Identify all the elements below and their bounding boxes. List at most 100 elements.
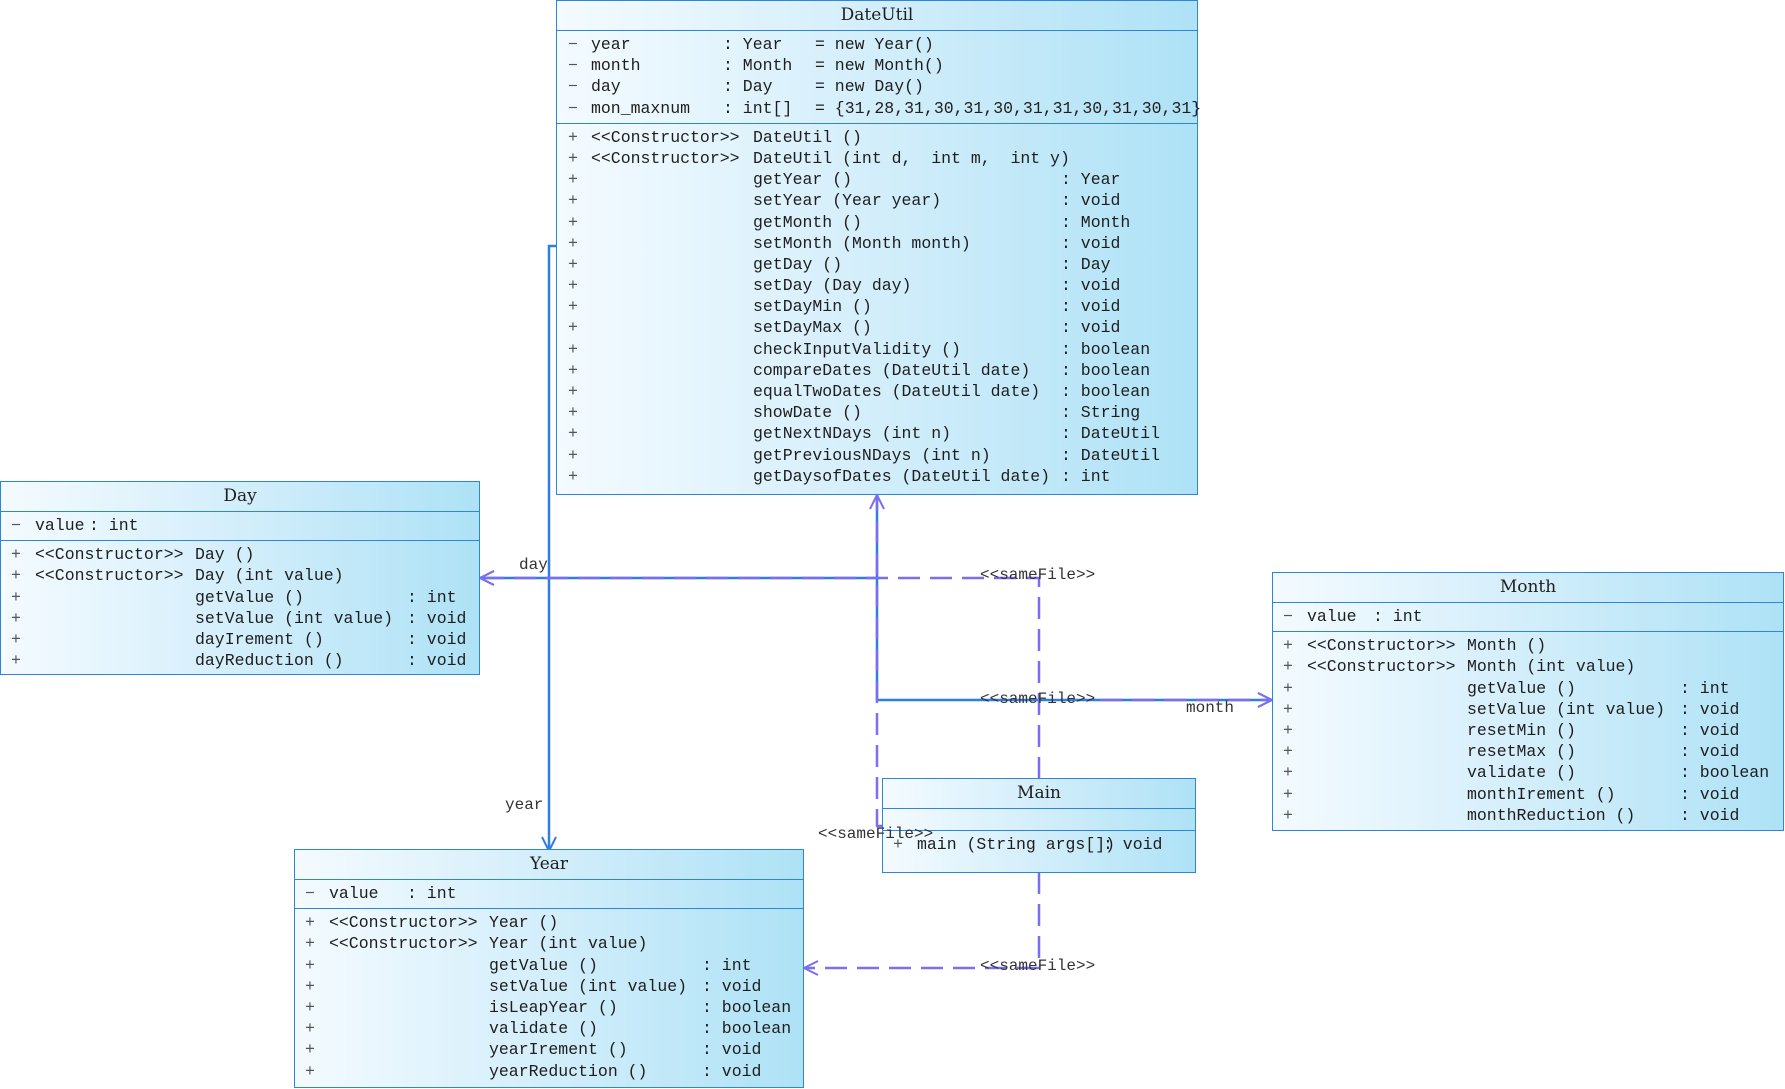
visibility-marker: + bbox=[1283, 784, 1293, 804]
operation-row[interactable]: + <<Constructor>> DateUtil (int d, int m, … bbox=[557, 148, 1197, 169]
operation-row[interactable]: + getValue (): int bbox=[295, 955, 803, 976]
operation-signature: monthReduction () bbox=[1467, 805, 1636, 825]
class-day[interactable]: Day − value: int + <<Constructor>> Day () + <<C… bbox=[0, 481, 480, 675]
visibility-marker: + bbox=[305, 1040, 315, 1060]
operation-signature: Day () bbox=[195, 545, 255, 565]
operations-compartment: + <<Constructor>> DateUtil () + <<Constructo… bbox=[557, 124, 1197, 491]
operation-row[interactable]: + compareDates (DateUtil date): boolean bbox=[557, 360, 1197, 381]
operation-row[interactable]: + dayReduction (): void bbox=[1, 650, 479, 671]
operation-row[interactable]: + setDayMin (): void bbox=[557, 296, 1197, 317]
operation-signature: getYear () bbox=[753, 170, 853, 190]
operation-signature: setDay (Day day) bbox=[753, 276, 912, 296]
attribute-row[interactable]: − value: int bbox=[295, 883, 803, 904]
visibility-marker: + bbox=[568, 424, 578, 444]
operation-return-type: : void bbox=[1061, 233, 1121, 253]
operation-row[interactable]: + equalTwoDates (DateUtil date): boolean bbox=[557, 381, 1197, 402]
attribute-row[interactable]: − value: int bbox=[1, 515, 479, 536]
visibility-marker: + bbox=[568, 318, 578, 338]
visibility-marker: + bbox=[568, 191, 578, 211]
operation-row[interactable]: + setDay (Day day): void bbox=[557, 275, 1197, 296]
operation-return-type: : void bbox=[1061, 318, 1121, 338]
operation-row[interactable]: + resetMin (): void bbox=[1273, 720, 1783, 741]
operation-signature: setValue (int value) bbox=[489, 976, 688, 996]
operation-row[interactable]: + getMonth (): Month bbox=[557, 212, 1197, 233]
operation-row[interactable]: + dayIrement (): void bbox=[1, 629, 479, 650]
operation-row[interactable]: + getNextNDays (int n): DateUtil bbox=[557, 423, 1197, 444]
operation-row[interactable]: + validate (): boolean bbox=[295, 1018, 803, 1039]
operation-row[interactable]: + setYear (Year year): void bbox=[557, 190, 1197, 211]
operation-signature: getMonth () bbox=[753, 212, 862, 232]
attribute-type: : int[] bbox=[723, 98, 793, 118]
association-dateutil-month[interactable] bbox=[875, 495, 1272, 700]
visibility-marker: + bbox=[568, 466, 578, 486]
operation-row[interactable]: + <<Constructor>> Month (int value) bbox=[1273, 656, 1783, 677]
attribute-row[interactable]: − value: int bbox=[1273, 606, 1783, 627]
attributes-compartment: − value: int bbox=[295, 880, 803, 910]
operation-row[interactable]: + getPreviousNDays (int n): DateUtil bbox=[557, 445, 1197, 466]
operation-return-type: : boolean bbox=[1680, 763, 1770, 783]
visibility-marker: + bbox=[305, 934, 315, 954]
operation-row[interactable]: + <<Constructor>> Month () bbox=[1273, 635, 1783, 656]
operation-signature: Month (int value) bbox=[1467, 657, 1636, 677]
operations-compartment: + <<Constructor>> Day () + <<Constructor>> Da… bbox=[1, 541, 479, 675]
attribute-row[interactable]: − day: Day = new Day() bbox=[557, 76, 1197, 97]
operation-row[interactable]: + validate (): boolean bbox=[1273, 762, 1783, 783]
operation-row[interactable]: + setValue (int value): void bbox=[1, 608, 479, 629]
operation-row[interactable]: + yearIrement (): void bbox=[295, 1039, 803, 1060]
operation-row[interactable]: + getYear (): Year bbox=[557, 169, 1197, 190]
operation-row[interactable]: + <<Constructor>> Year () bbox=[295, 912, 803, 933]
visibility-marker: + bbox=[568, 297, 578, 317]
attribute-row[interactable]: − mon_maxnum: int[] = {31,28,31,30,31,30,3… bbox=[557, 98, 1201, 119]
operation-row[interactable]: + yearReduction (): void bbox=[295, 1061, 803, 1082]
attribute-name: month bbox=[591, 56, 641, 76]
operation-row[interactable]: + setMonth (Month month): void bbox=[557, 233, 1197, 254]
constructor-stereotype: <<Constructor>> bbox=[1307, 636, 1456, 656]
class-name: Day bbox=[1, 482, 479, 512]
operation-row[interactable]: + monthReduction (): void bbox=[1273, 805, 1783, 826]
attribute-row[interactable]: − year: Year = new Year() bbox=[557, 34, 1197, 55]
constructor-stereotype: <<Constructor>> bbox=[1307, 657, 1456, 677]
visibility-marker: + bbox=[1283, 720, 1293, 740]
operation-row[interactable]: + checkInputValidity (): boolean bbox=[557, 339, 1197, 360]
operation-return-type: : void bbox=[1680, 805, 1740, 825]
operation-signature: isLeapYear () bbox=[489, 997, 618, 1017]
operation-signature: resetMin () bbox=[1467, 720, 1576, 740]
operation-return-type: : DateUtil bbox=[1061, 445, 1161, 465]
operation-row[interactable]: + setValue (int value): void bbox=[1273, 699, 1783, 720]
association-dateutil-year[interactable] bbox=[549, 244, 556, 851]
operation-row[interactable]: + showDate (): String bbox=[557, 402, 1197, 423]
operation-signature: Day (int value) bbox=[195, 566, 344, 586]
operation-row[interactable]: + <<Constructor>> Day (int value) bbox=[1, 565, 479, 586]
attribute-name: value bbox=[329, 884, 379, 903]
operation-row[interactable]: + getDay (): Day bbox=[557, 254, 1197, 275]
operation-signature: showDate () bbox=[753, 403, 862, 423]
operation-row[interactable]: + setDayMax (): void bbox=[557, 317, 1197, 338]
operation-return-type: : boolean bbox=[702, 997, 792, 1017]
operation-row[interactable]: + getValue (): int bbox=[1273, 678, 1783, 699]
dependency-main-year[interactable] bbox=[804, 872, 1041, 968]
operation-row[interactable]: + getValue (): int bbox=[1, 587, 479, 608]
operation-signature: yearIrement () bbox=[489, 1040, 628, 1060]
operation-row[interactable]: + getDaysofDates (DateUtil date): int bbox=[557, 466, 1197, 487]
operation-return-type: : boolean bbox=[1061, 339, 1151, 359]
operation-row[interactable]: + resetMax (): void bbox=[1273, 741, 1783, 762]
class-dateutil[interactable]: DateUtil − year: Year = new Year() − month: M… bbox=[556, 0, 1201, 495]
operation-signature: getNextNDays (int n) bbox=[753, 424, 952, 444]
class-month[interactable]: Month − value: int + <<Constructor>> Month ()… bbox=[1272, 572, 1784, 831]
attribute-row[interactable]: − month: Month = new Month() bbox=[557, 55, 1197, 76]
operation-row[interactable]: + monthIrement (): void bbox=[1273, 784, 1783, 805]
operation-row[interactable]: + isLeapYear (): boolean bbox=[295, 997, 803, 1018]
operation-row[interactable]: + <<Constructor>> DateUtil () bbox=[557, 127, 1197, 148]
operation-row[interactable]: + <<Constructor>> Day () bbox=[1, 544, 479, 565]
operation-signature: setDayMin () bbox=[753, 297, 872, 317]
class-year[interactable]: Year − value: int + <<Constructor>> Year () + <… bbox=[294, 849, 804, 1088]
operation-row[interactable]: + <<Constructor>> Year (int value) bbox=[295, 933, 803, 954]
operation-return-type: : Year bbox=[1061, 170, 1121, 190]
operation-row[interactable]: + setValue (int value): void bbox=[295, 976, 803, 997]
operation-return-type: : int bbox=[702, 955, 752, 975]
attribute-type: : Month bbox=[723, 56, 793, 76]
operation-return-type: : void bbox=[407, 608, 467, 628]
operation-return-type: : boolean bbox=[1061, 382, 1151, 401]
dependency-main-day[interactable] bbox=[480, 578, 1041, 779]
visibility-marker: + bbox=[1283, 763, 1293, 783]
